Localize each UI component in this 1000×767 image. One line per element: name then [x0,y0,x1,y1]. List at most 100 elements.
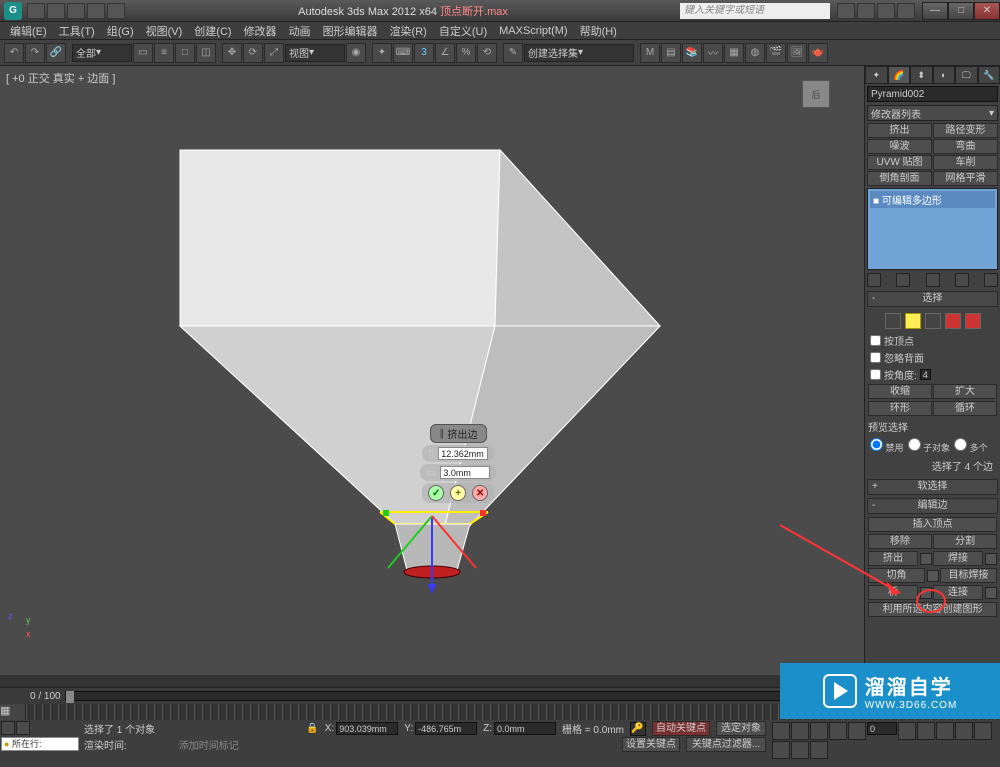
mod-extrude[interactable]: 挤出 [867,123,932,138]
percent-snap-icon[interactable]: % [456,43,476,63]
menu-view[interactable]: 视图(V) [140,23,189,39]
tab-utilities[interactable]: 🔧 [978,66,1000,84]
menu-render[interactable]: 渲染(R) [384,23,433,39]
shrink-button[interactable]: 收缩 [868,384,932,399]
chamfer-button[interactable]: 切角 [868,568,925,583]
angle-input[interactable] [920,369,931,380]
render-icon[interactable]: 🫖 [808,43,828,63]
tab-hierarchy[interactable]: ⬍ [910,66,933,84]
snap-toggle-icon[interactable]: 3 [414,43,434,63]
by-angle-check[interactable]: 按角度: [868,366,997,383]
minimize-button[interactable]: — [922,2,948,20]
next-frame-icon[interactable] [829,722,847,740]
link-icon[interactable]: 🔗 [46,43,66,63]
edit-selset-icon[interactable]: ✎ [503,43,523,63]
mirror-icon[interactable]: M [640,43,660,63]
tab-create[interactable]: ✦ [865,66,888,84]
rollout-edit-edge[interactable]: 编辑边 [867,498,998,514]
curve-editor-icon[interactable]: 〰 [703,43,723,63]
time-slider-thumb[interactable] [66,691,74,703]
select-rect-icon[interactable]: □ [175,43,195,63]
undo-icon[interactable]: ↶ [4,43,24,63]
setkey-button[interactable]: 设置关键点 [622,737,680,752]
bridge-button[interactable]: 桥 [868,585,918,600]
menu-maxscript[interactable]: MAXScript(M) [493,25,573,37]
prev-frame-icon[interactable] [791,722,809,740]
redo-icon[interactable]: ↷ [25,43,45,63]
unique-icon[interactable] [926,273,940,287]
zoom-region-icon[interactable] [974,722,992,740]
by-vertex-check[interactable]: 按顶点 [868,332,997,349]
angle-snap-icon[interactable]: ∠ [435,43,455,63]
menu-edit[interactable]: 编辑(E) [4,23,53,39]
window-cross-icon[interactable]: ◫ [196,43,216,63]
tab-display[interactable]: 🖵 [955,66,978,84]
insert-vertex-button[interactable]: 插入顶点 [868,517,997,532]
mod-meshsmooth[interactable]: 网格平滑 [933,171,998,186]
key-icon[interactable]: 🔑 [630,722,646,736]
menu-create[interactable]: 创建(C) [188,23,237,39]
bridge-settings-icon[interactable] [920,587,932,599]
selected-button[interactable]: 选定对象 [716,721,766,736]
loop-button[interactable]: 循环 [933,401,997,416]
ring-button[interactable]: 环形 [868,401,932,416]
star-btn[interactable] [877,3,895,19]
maxscript-icon[interactable] [1,721,15,735]
mod-noise[interactable]: 噪波 [867,139,932,154]
play-icon[interactable] [810,722,828,740]
tab-motion[interactable]: ◐ [933,66,956,84]
layer-icon[interactable]: 📚 [682,43,702,63]
lock-icon[interactable]: 🔒 [306,723,318,734]
rendered-frame-icon[interactable]: 🖼 [787,43,807,63]
add-time-tag[interactable]: 添加时间标记 [179,737,239,752]
close-button[interactable]: ✕ [974,2,1000,20]
signin-btn[interactable] [897,3,915,19]
maximize-viewport-icon[interactable] [810,741,828,759]
align-icon[interactable]: ▤ [661,43,681,63]
weld-settings-icon[interactable] [985,553,997,565]
listener-icon[interactable] [16,721,30,735]
tb-btn[interactable] [107,3,125,19]
menu-tools[interactable]: 工具(T) [53,23,101,39]
mod-lathe[interactable]: 车削 [933,155,998,170]
rotate-icon[interactable]: ⟳ [243,43,263,63]
extrude-height-input[interactable] [438,447,488,460]
render-setup-icon[interactable]: 🎬 [766,43,786,63]
zoom-extents-icon[interactable] [955,722,973,740]
menu-group[interactable]: 组(G) [101,23,140,39]
menu-modifiers[interactable]: 修改器 [238,23,283,39]
subobj-border-icon[interactable] [925,313,941,329]
frame-input[interactable] [867,722,897,735]
extrude-button[interactable]: 挤出 [868,551,918,566]
layer-field[interactable]: ● 所在行: [1,737,79,751]
x-coord-input[interactable] [336,722,398,735]
subobj-vertex-icon[interactable] [885,313,901,329]
caddy-cancel-button[interactable]: ✕ [472,485,488,501]
ignore-backfacing-check[interactable]: 忽略背面 [868,349,997,366]
maximize-button[interactable]: □ [948,2,974,20]
tb-btn[interactable] [27,3,45,19]
menu-customize[interactable]: 自定义(U) [433,23,493,39]
menu-graph[interactable]: 图形编辑器 [317,23,384,39]
help-btn[interactable] [837,3,855,19]
modifier-stack[interactable]: ■ 可编辑多边形 [867,188,998,270]
ref-coord-dropdown[interactable]: 视图 ▾ [285,44,345,62]
key-filter-button[interactable]: 关键点过滤器... [686,737,766,752]
rollout-selection[interactable]: 选择 [867,291,998,307]
autokey-button[interactable]: 自动关键点 [652,721,710,736]
caddy-apply-button[interactable]: + [450,485,466,501]
tb-btn[interactable] [47,3,65,19]
show-end-icon[interactable] [896,273,910,287]
goto-end-icon[interactable] [848,722,866,740]
menu-help[interactable]: 帮助(H) [574,23,623,39]
viewport-hscroll[interactable] [0,675,864,687]
connect-button[interactable]: 连接 [933,585,983,600]
zoom-all-icon[interactable] [936,722,954,740]
target-weld-button[interactable]: 目标焊接 [940,568,997,583]
y-coord-input[interactable] [415,722,477,735]
remove-mod-icon[interactable] [955,273,969,287]
track-cfg-icon[interactable]: ▦ [0,704,26,720]
move-icon[interactable]: ✥ [222,43,242,63]
pivot-icon[interactable]: ◉ [346,43,366,63]
subobj-polygon-icon[interactable] [945,313,961,329]
